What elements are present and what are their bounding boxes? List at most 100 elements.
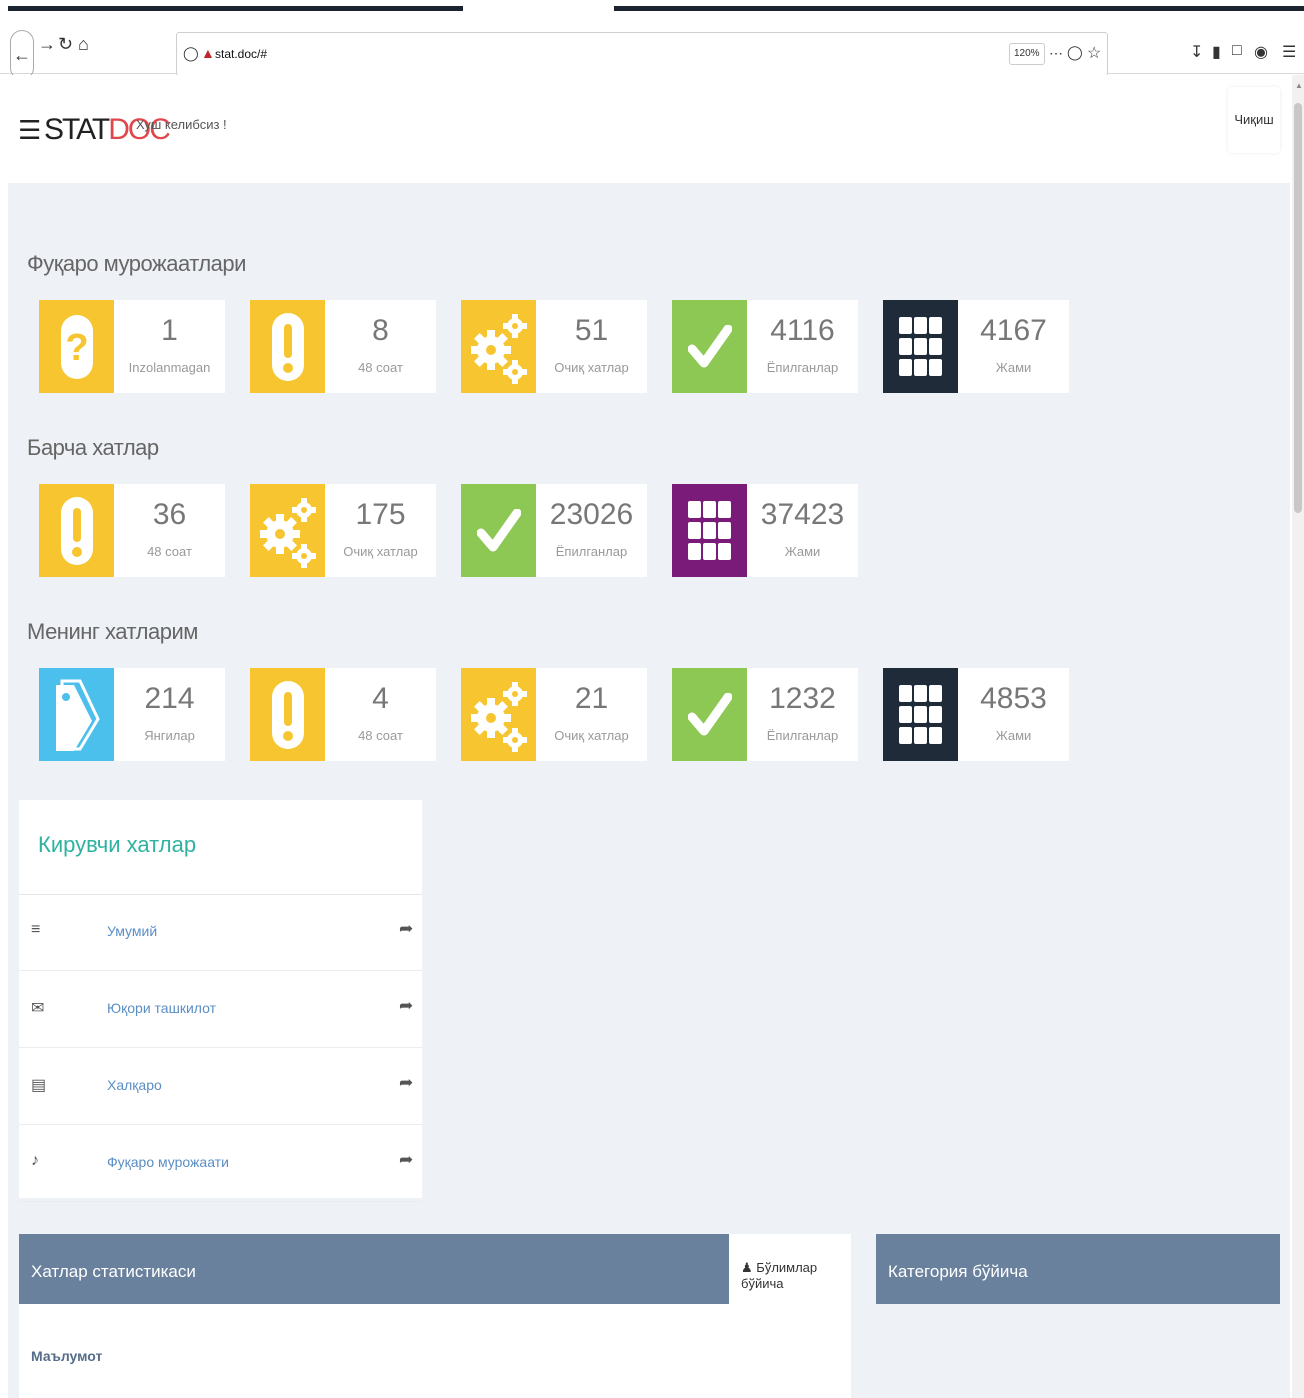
stat-value: 175 <box>355 498 406 531</box>
section-title: Фуқаро мурожаатлари <box>27 251 246 276</box>
section-title: Барча хатлар <box>27 435 159 460</box>
list-item[interactable]: ♪ Фуқаро мурожаати ➦ <box>19 1126 422 1202</box>
page-actions-icon[interactable]: ⋯ <box>1049 45 1063 62</box>
welcome-text: Хуш келибсиз ! <box>136 117 227 132</box>
gears-icon <box>250 484 325 577</box>
stat-card[interactable]: 8 48 соат <box>250 300 436 393</box>
tab-by-department-label: Бўлимлар бўйича <box>741 1260 818 1291</box>
browser-toolbar: ← → ↻ ⌂ ◯ ▲ stat.doc/# 120% ⋯ ◯ ☆ ↧ ▮ □ … <box>0 12 1304 80</box>
svg-text:?: ? <box>65 327 88 369</box>
stat-label: Очиқ хатлар <box>343 544 418 559</box>
category-panel-header: Категория бўйича <box>876 1234 1280 1304</box>
scrollbar-thumb[interactable] <box>1294 103 1302 513</box>
forward-button[interactable]: → <box>38 34 56 54</box>
stat-label: Жами <box>995 360 1032 375</box>
url-text[interactable]: stat.doc/# <box>215 47 267 61</box>
tags-icon <box>39 668 114 761</box>
stat-card[interactable]: 4 48 соат <box>250 668 436 761</box>
app-header: ☰ STATDOC Хуш келибсиз ! Чиқиш <box>0 75 1290 183</box>
bookmark-star-icon[interactable]: ☆ <box>1087 43 1101 63</box>
list-item[interactable]: ✉ Юқори ташкилот ➦ <box>19 972 422 1048</box>
stat-label: Очиқ хатлар <box>554 360 629 375</box>
stat-value: 23026 <box>549 498 634 531</box>
exclamation-icon <box>39 484 114 577</box>
back-button[interactable]: ← <box>10 30 34 80</box>
stat-label: 48 соат <box>358 728 403 743</box>
question-icon: ? <box>39 300 114 393</box>
exit-button[interactable]: Чиқиш <box>1228 87 1280 153</box>
stat-card[interactable]: 1232 Ёпилганлар <box>672 668 858 761</box>
tab-by-department[interactable]: ♟ Бўлимлар бўйича <box>729 1234 851 1304</box>
address-bar[interactable]: ◯ ▲ stat.doc/# 120% ⋯ ◯ ☆ <box>176 32 1108 76</box>
stat-value: 1 <box>161 314 178 347</box>
stat-value: 4116 <box>770 314 835 347</box>
page: ☰ STATDOC Хуш келибсиз ! Чиқиш Фуқаро му… <box>0 75 1304 1398</box>
menu-icon[interactable]: ☰ <box>1282 42 1296 62</box>
pocket-icon[interactable]: ◯ <box>1067 44 1083 61</box>
sidebar-icon[interactable]: □ <box>1232 42 1242 60</box>
stat-card[interactable]: 21 Очиқ хатлар <box>461 668 647 761</box>
list-item-label[interactable]: Фуқаро мурожаати <box>107 1154 229 1170</box>
calendar-icon: ▤ <box>31 1077 47 1094</box>
list-item[interactable]: ▤ Халқаро ➦ <box>19 1049 422 1125</box>
stat-label: Ёпилганлар <box>766 360 839 375</box>
stat-value: 4167 <box>980 314 1047 347</box>
stat-card[interactable]: 175 Очиқ хатлар <box>250 484 436 577</box>
share-arrow-icon[interactable]: ➦ <box>399 996 413 1016</box>
share-arrow-icon[interactable]: ➦ <box>399 1150 413 1170</box>
gears-icon <box>461 300 536 393</box>
gears-icon <box>461 668 536 761</box>
stat-card[interactable]: 23026 Ёпилганлар <box>461 484 647 577</box>
category-panel-title: Категория бўйича <box>888 1262 1028 1281</box>
browser-tab-strip <box>0 0 1304 12</box>
share-arrow-icon[interactable]: ➦ <box>399 919 413 939</box>
stat-card[interactable]: 214 Янгилар <box>39 668 225 761</box>
grid-icon <box>672 484 747 577</box>
stat-label: Янгилар <box>144 728 195 743</box>
page-scrollbar[interactable]: ▲ <box>1292 75 1304 1398</box>
bell-icon: ♪ <box>31 1152 39 1169</box>
home-icon[interactable]: ⌂ <box>78 34 89 54</box>
stats-panel-header: Хатлар статистикаси <box>19 1234 729 1304</box>
stat-card[interactable]: 37423 Жами <box>672 484 858 577</box>
check-icon <box>672 668 747 761</box>
stat-card[interactable]: 4116 Ёпилганлар <box>672 300 858 393</box>
incoming-letters-panel: Кирувчи хатлар ≡ Умумий ➦ ✉ Юқори ташкилот ➦ ▤… <box>19 800 422 1202</box>
extension-icon[interactable]: ◉ <box>1254 42 1268 62</box>
stat-value: 214 <box>144 682 195 715</box>
stat-card[interactable]: 51 Очиқ хатлар <box>461 300 647 393</box>
info-label: Маълумот <box>31 1348 103 1364</box>
lock-icon[interactable]: ▲ <box>201 45 215 61</box>
inactive-tab-bar-right[interactable] <box>614 6 1304 11</box>
list-item-label[interactable]: Юқори ташкилот <box>107 1000 216 1016</box>
stat-card[interactable]: 36 48 соат <box>39 484 225 577</box>
stat-label: Жами <box>784 544 821 559</box>
inactive-tab-bar[interactable] <box>8 6 463 11</box>
stat-card[interactable]: ? 1 Inzolanmagan <box>39 300 225 393</box>
zoom-indicator[interactable]: 120% <box>1009 43 1045 65</box>
stat-label: Очиқ хатлар <box>554 728 629 743</box>
list-item[interactable]: ≡ Умумий ➦ <box>19 895 422 971</box>
stat-value: 37423 <box>760 498 845 531</box>
stat-label: Ёпилганлар <box>766 728 839 743</box>
hamburger-icon[interactable]: ☰ <box>18 117 41 143</box>
stat-label: 48 соат <box>358 360 403 375</box>
library-icon[interactable]: ▮ <box>1212 42 1221 62</box>
shield-icon[interactable]: ◯ <box>183 45 199 62</box>
list-item-label[interactable]: Умумий <box>107 923 157 939</box>
list-item-label[interactable]: Халқаро <box>107 1077 162 1093</box>
incoming-panel-title: Кирувчи хатлар <box>38 832 197 857</box>
scroll-up-icon[interactable]: ▲ <box>1295 81 1303 90</box>
download-icon[interactable]: ↧ <box>1190 42 1203 62</box>
envelope-icon: ✉ <box>31 1000 45 1017</box>
share-arrow-icon[interactable]: ➦ <box>399 1073 413 1093</box>
exclamation-icon <box>250 668 325 761</box>
stat-card[interactable]: 4167 Жами <box>883 300 1069 393</box>
user-icon: ♟ <box>741 1260 753 1275</box>
reload-icon[interactable]: ↻ <box>58 34 73 54</box>
check-icon <box>672 300 747 393</box>
stat-value: 4853 <box>980 682 1047 715</box>
stat-card[interactable]: 4853 Жами <box>883 668 1069 761</box>
dashboard-content: Фуқаро мурожаатлари? 1 Inzolanmagan 8 48 соа… <box>8 183 1290 1398</box>
grid-icon <box>883 300 958 393</box>
